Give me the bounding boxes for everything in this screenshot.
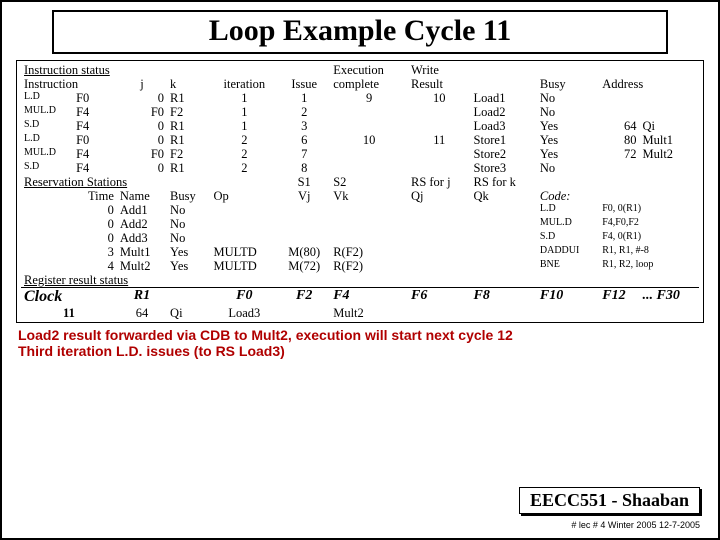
clock-r1: R1 — [117, 288, 167, 306]
rs-title: Reservation Stations — [21, 175, 211, 189]
clock-value-row: 11 64 Qi Load3 Mult2 — [21, 306, 699, 320]
complete: 9 — [330, 91, 408, 105]
rs-rsk: RS for k — [471, 175, 537, 189]
instr-row: L.DF0 0R1 26 1011 Store1Yes 80Mult1 — [21, 133, 699, 147]
j: 0 — [117, 91, 167, 105]
hdr-result: Result — [408, 77, 471, 91]
rs-row: 0 Add3No S.D F4, 0(R1) — [21, 231, 699, 245]
clock-cycle: 11 — [21, 306, 117, 320]
f10: F10 — [537, 288, 599, 306]
hdr-complete: complete — [330, 77, 408, 91]
rs-time: Time — [73, 189, 117, 203]
hdr-iter: iteration — [211, 77, 279, 91]
issue: 1 — [278, 91, 330, 105]
hdr-k: k — [167, 77, 210, 91]
clock-label: Clock — [21, 288, 117, 306]
hdr-write: Write — [408, 63, 471, 77]
rs-row: 0 Add1No L.D F0, 0(R1) — [21, 203, 699, 217]
qi-label: Qi — [167, 306, 210, 320]
rs-row: 3 Mult1Yes MULTDM(80) R(F2) DADDUI R1, R… — [21, 245, 699, 259]
note-line-2: Third iteration L.D. issues (to RS Load3… — [18, 343, 702, 359]
main-table: Instruction status Execution Write Instr… — [21, 63, 699, 320]
note-line-1: Load2 result forwarded via CDB to Mult2,… — [18, 327, 702, 343]
dst: F0 — [73, 91, 117, 105]
rs-rsj: RS for j — [408, 175, 471, 189]
rs-vk: Vk — [330, 189, 408, 203]
result: 10 — [408, 91, 471, 105]
addrq — [639, 91, 699, 105]
footnotes: Load2 result forwarded via CDB to Mult2,… — [18, 327, 702, 359]
rs-name: Name — [117, 189, 167, 203]
hdr-istat: Instruction status — [21, 63, 211, 77]
f12: F12 — [599, 288, 639, 306]
rs-op: Op — [211, 189, 279, 203]
rs-qk: Qk — [471, 189, 537, 203]
rs-s2: S2 — [330, 175, 408, 189]
fu: Load1 — [471, 91, 537, 105]
hdr-issue: Issue — [278, 77, 330, 91]
instr-row: MUL.DF4 F0F2 12 Load2No — [21, 105, 699, 119]
busy: No — [537, 91, 599, 105]
rs-s1: S1 — [278, 175, 330, 189]
addr — [599, 91, 639, 105]
regstat-title: Register result status — [21, 273, 211, 288]
hdr-addr: Address — [599, 77, 699, 91]
rs-busy: Busy — [167, 189, 210, 203]
f8: F8 — [471, 288, 537, 306]
footer-box: EECC551 - Shaaban — [519, 487, 700, 514]
rs-row: 4 Mult2Yes MULTDM(72) R(F2) BNE R1, R2, … — [21, 259, 699, 273]
f6: F6 — [408, 288, 471, 306]
main-table-frame: Instruction status Execution Write Instr… — [16, 60, 704, 323]
f2: F2 — [278, 288, 330, 306]
hdr-busy: Busy — [537, 77, 599, 91]
iter: 1 — [211, 91, 279, 105]
code-args: F0, 0(R1) — [599, 203, 699, 217]
instr-row: MUL.DF4 F0F2 27 Store2Yes 72Mult2 — [21, 147, 699, 161]
instr-row: S.DF4 0R1 13 Load3Yes 64Qi — [21, 119, 699, 133]
instr-row: L.D F0 0 R1 1 1 9 10 Load1 No — [21, 91, 699, 105]
code-hdr: Code: — [537, 189, 599, 203]
code-op: L.D — [537, 203, 599, 217]
rs-row: 0 Add2No MUL.D F4,F0,F2 — [21, 217, 699, 231]
clock-header-row: Clock R1 F0 F2 F4 F6 F8 F10 F12 ... F30 — [21, 288, 699, 306]
op: L.D — [21, 91, 73, 105]
f0: F0 — [211, 288, 279, 306]
hdr-j: j — [117, 77, 167, 91]
slide-title: Loop Example Cycle 11 — [52, 10, 668, 54]
k: R1 — [167, 91, 210, 105]
hdr-exec: Execution — [330, 63, 408, 77]
hdr-instr: Instruction — [21, 77, 117, 91]
r1-val: 64 — [117, 306, 167, 320]
rs-vj: Vj — [278, 189, 330, 203]
f4: F4 — [330, 288, 408, 306]
footer-small: # lec # 4 Winter 2005 12-7-2005 — [571, 520, 700, 530]
rs-qj: Qj — [408, 189, 471, 203]
instr-row: S.DF4 0R1 28 Store3No — [21, 161, 699, 175]
